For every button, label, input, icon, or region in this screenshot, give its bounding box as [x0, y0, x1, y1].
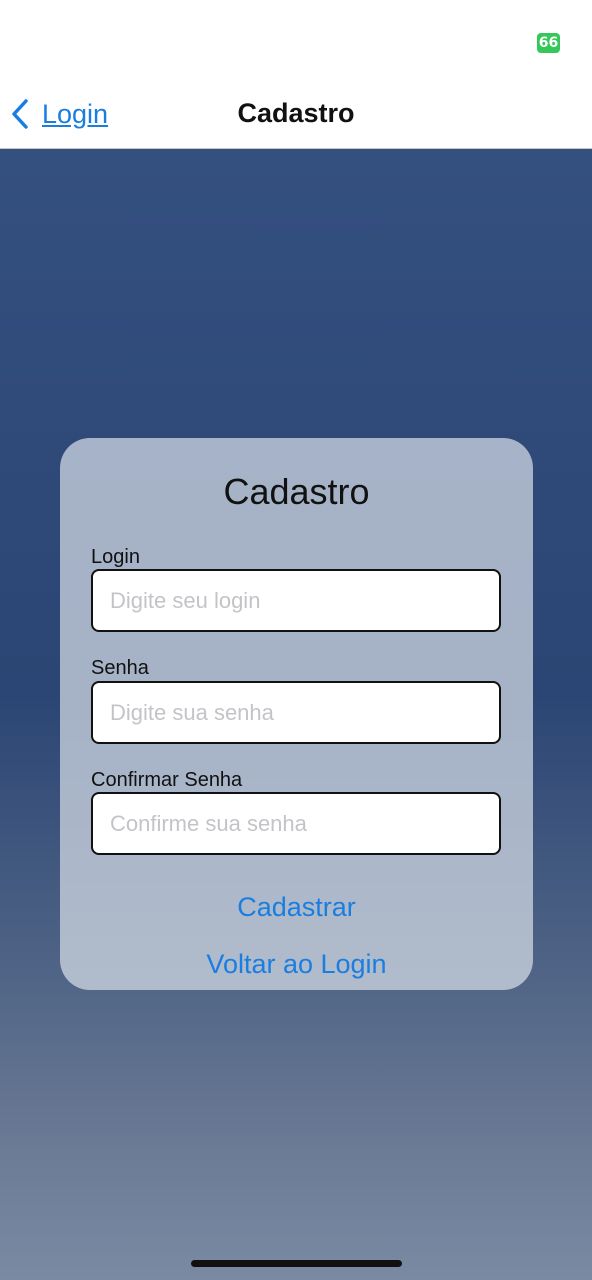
password-label: Senha [91, 657, 149, 679]
confirm-password-label: Confirmar Senha [91, 769, 243, 791]
card-title: Cadastro [223, 471, 370, 512]
status-bar: 66 [0, 0, 592, 86]
nav-title: Cadastro [237, 98, 355, 128]
password-input[interactable] [91, 681, 501, 744]
home-indicator [191, 1260, 402, 1267]
back-to-login-button[interactable]: Voltar ao Login [60, 949, 533, 980]
login-label: Login [91, 546, 140, 568]
signup-card: Cadastro Login Senha Confirmar Senha Cad… [60, 438, 533, 990]
confirm-password-input[interactable] [91, 792, 501, 855]
login-input[interactable] [91, 569, 501, 632]
register-button[interactable]: Cadastrar [60, 892, 533, 923]
navigation-bar: Login Cadastro [0, 86, 592, 149]
battery-indicator: 66 [537, 33, 560, 53]
